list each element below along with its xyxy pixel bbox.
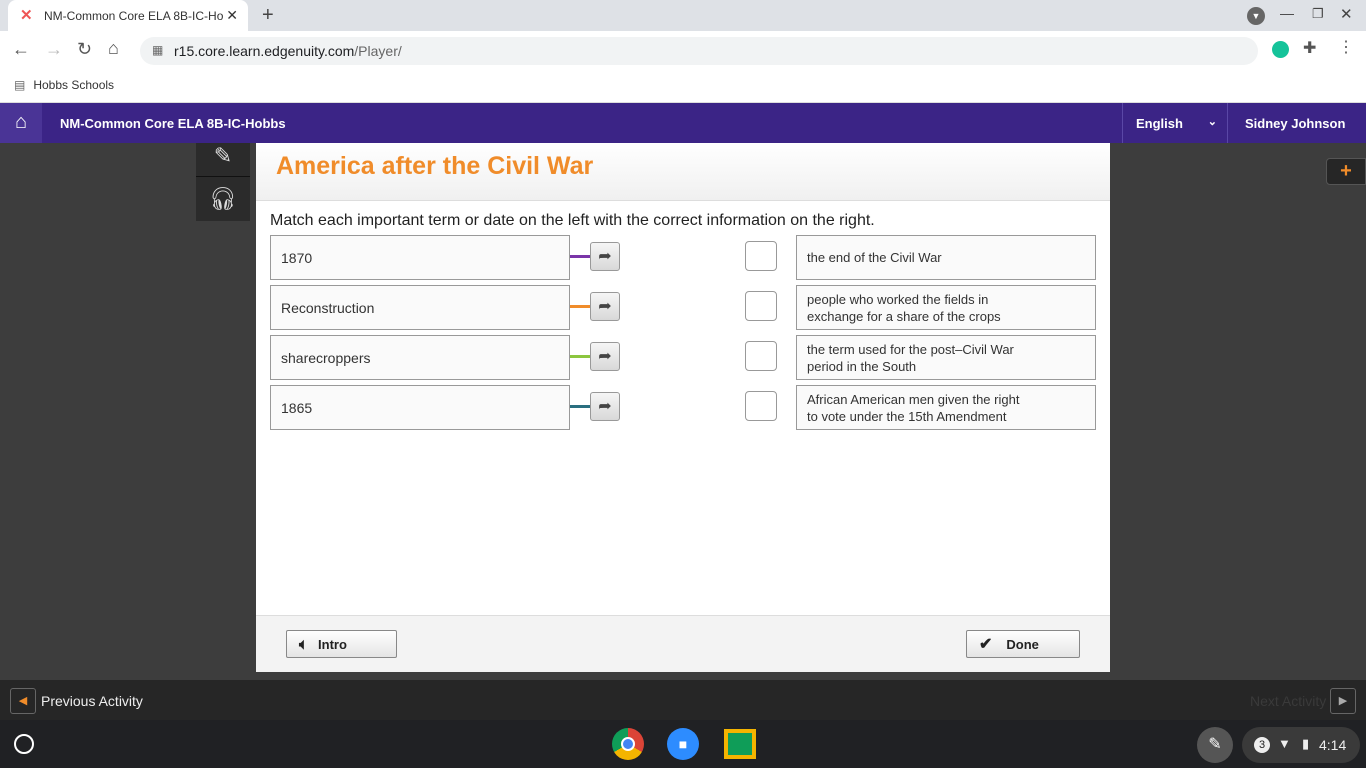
- term-reconstruction[interactable]: Reconstruction: [270, 285, 570, 330]
- term-label: 1870: [281, 249, 313, 266]
- connector-line: [570, 305, 590, 308]
- url-path: /Player/: [354, 43, 402, 59]
- language-label: English: [1136, 116, 1183, 131]
- google-classroom-icon[interactable]: [724, 729, 756, 759]
- user-name[interactable]: Sidney Johnson: [1245, 116, 1345, 131]
- restore-button[interactable]: ❐: [1312, 6, 1324, 22]
- new-tab-button[interactable]: +: [262, 4, 274, 27]
- speaker-icon: 🔈︎: [299, 635, 309, 653]
- next-activity-link[interactable]: Next Activity: [1250, 693, 1326, 709]
- home-icon[interactable]: ⌂: [108, 38, 119, 59]
- zoom-app-icon[interactable]: ■: [667, 728, 699, 760]
- edgenuity-logo-icon: ✕: [20, 7, 33, 24]
- next-arrow-button[interactable]: ▶: [1330, 688, 1356, 714]
- match-target-box[interactable]: [745, 391, 777, 421]
- course-navbar: ⌂ NM-Common Core ELA 8B-IC-Hobbs English…: [0, 103, 1366, 143]
- definition-text: exchange for a share of the crops: [807, 308, 1001, 324]
- pencil-icon[interactable]: ✎: [196, 143, 250, 177]
- definition-item: African American men given the right to v…: [796, 385, 1096, 430]
- chevron-down-icon: ⌄: [1207, 116, 1217, 128]
- address-bar[interactable]: ▦ r15.core.learn.edgenuity.com/Player/: [140, 37, 1258, 65]
- definition-text: African American men given the right: [807, 391, 1020, 407]
- minimize-button[interactable]: —: [1280, 5, 1294, 21]
- term-label: sharecroppers: [281, 349, 371, 366]
- match-target-box[interactable]: [745, 291, 777, 321]
- stylus-icon[interactable]: ✎: [1197, 727, 1233, 763]
- term-1870[interactable]: 1870: [270, 235, 570, 280]
- definition-item: people who worked the fields in exchange …: [796, 285, 1096, 330]
- definition-text: people who worked the fields in: [807, 291, 989, 307]
- match-arrow-button[interactable]: ➦: [590, 392, 620, 421]
- chrome-icon[interactable]: [612, 728, 644, 760]
- close-window-button[interactable]: ✕: [1340, 5, 1353, 23]
- definition-item: the term used for the post–Civil War peri…: [796, 335, 1096, 380]
- definition-text: to vote under the 15th Amendment: [807, 408, 1007, 424]
- activity-nav-bar: ◀ Previous Activity Next Activity ▶: [0, 680, 1366, 720]
- launcher-icon[interactable]: [14, 734, 34, 754]
- definition-text: period in the South: [807, 358, 917, 374]
- intro-label: Intro: [318, 636, 347, 652]
- match-target-box[interactable]: [745, 341, 777, 371]
- previous-arrow-button[interactable]: ◀: [10, 688, 36, 714]
- clock: 4:14: [1319, 737, 1347, 753]
- home-button[interactable]: ⌂: [0, 103, 42, 143]
- status-tray[interactable]: 3 ▼ ▮ 4:14: [1242, 727, 1360, 763]
- tab-strip: ✕ NM-Common Core ELA 8B-IC-Ho ✕ + ▼ — ❐ …: [0, 0, 1366, 31]
- battery-icon: ▮: [1302, 736, 1310, 751]
- previous-activity-link[interactable]: Previous Activity: [41, 693, 143, 709]
- match-arrow-button[interactable]: ➦: [590, 292, 620, 321]
- connector-line: [570, 355, 590, 358]
- notification-count: 3: [1254, 737, 1270, 753]
- term-label: 1865: [281, 399, 313, 416]
- intro-button[interactable]: 🔈︎ Intro: [286, 630, 397, 658]
- extensions-icon[interactable]: ✚: [1303, 38, 1316, 58]
- back-icon[interactable]: ←: [12, 39, 30, 60]
- expand-plus-button[interactable]: +: [1326, 158, 1366, 185]
- connector-line: [570, 255, 590, 258]
- folder-icon: ▤: [14, 78, 26, 92]
- match-arrow-button[interactable]: ➦: [590, 342, 620, 371]
- tab-title: NM-Common Core ELA 8B-IC-Ho: [44, 9, 224, 23]
- site-info-icon[interactable]: ▦: [152, 43, 163, 57]
- match-target-box[interactable]: [745, 241, 777, 271]
- language-select[interactable]: English ⌄: [1122, 103, 1228, 143]
- activity-header: America after the Civil War: [256, 143, 1110, 201]
- checkmark-icon: ✔: [979, 636, 993, 653]
- match-arrow-button[interactable]: ➦: [590, 242, 620, 271]
- grammarly-icon[interactable]: [1272, 41, 1289, 58]
- wifi-icon: ▼: [1278, 736, 1291, 751]
- done-button[interactable]: ✔ Done: [966, 630, 1080, 658]
- done-label: Done: [1006, 636, 1039, 652]
- activity-title: America after the Civil War: [276, 152, 594, 180]
- tab-search-icon[interactable]: ▼: [1247, 7, 1265, 25]
- reload-icon[interactable]: ↻: [77, 39, 92, 60]
- definition-text: the end of the Civil War: [807, 250, 942, 265]
- url-host: r15.core.learn.edgenuity.com: [174, 43, 355, 59]
- bookmarks-bar: ▤ Hobbs Schools: [0, 71, 1366, 103]
- bookmark-hobbs-schools[interactable]: ▤ Hobbs Schools: [14, 78, 114, 92]
- headphones-icon[interactable]: 🎧︎: [196, 179, 250, 219]
- close-tab-icon[interactable]: ✕: [226, 7, 238, 24]
- term-sharecroppers[interactable]: sharecroppers: [270, 335, 570, 380]
- tool-sidebar: ✎ 🎧︎: [196, 143, 250, 221]
- browser-tab[interactable]: ✕ NM-Common Core ELA 8B-IC-Ho ✕: [8, 0, 248, 31]
- activity-panel: America after the Civil War Match each i…: [256, 143, 1110, 672]
- course-title: NM-Common Core ELA 8B-IC-Hobbs: [60, 116, 286, 131]
- definition-item: the end of the Civil War: [796, 235, 1096, 280]
- menu-icon[interactable]: ⋮: [1338, 37, 1354, 57]
- connector-line: [570, 405, 590, 408]
- bookmark-label: Hobbs Schools: [33, 78, 115, 92]
- instructions: Match each important term or date on the…: [270, 212, 875, 229]
- term-1865[interactable]: 1865: [270, 385, 570, 430]
- forward-icon[interactable]: →: [45, 39, 63, 60]
- term-label: Reconstruction: [281, 299, 375, 316]
- definition-text: the term used for the post–Civil War: [807, 341, 1014, 357]
- os-shelf: ■ ✎ 3 ▼ ▮ 4:14: [0, 720, 1366, 768]
